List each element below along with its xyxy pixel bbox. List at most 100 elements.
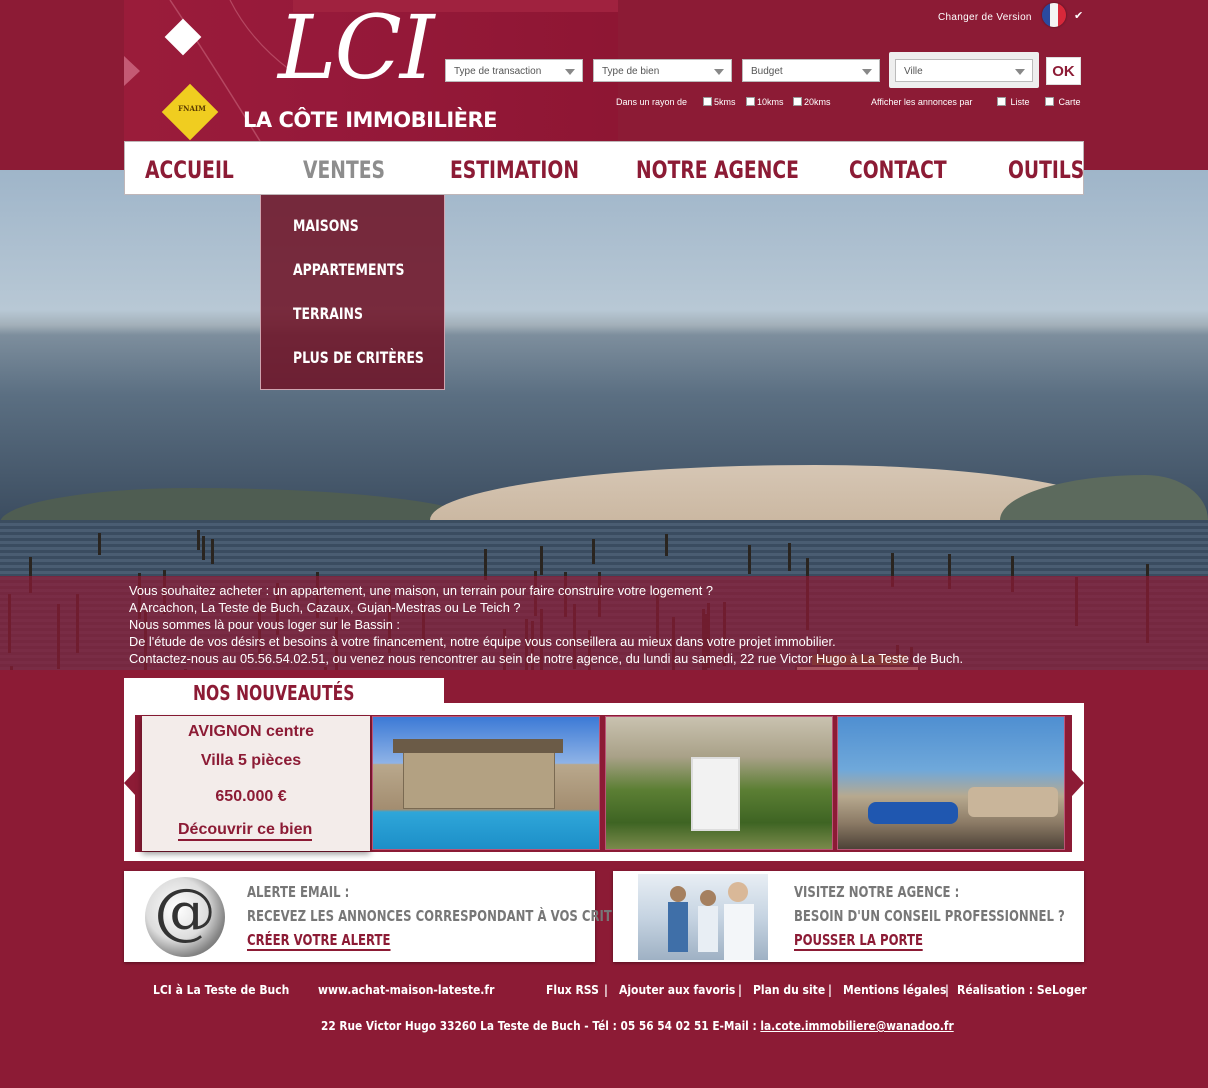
blue-chaise bbox=[868, 802, 958, 824]
footer-favorites-link[interactable]: Ajouter aux favoris bbox=[619, 983, 735, 997]
nav-contact[interactable]: CONTACT bbox=[849, 156, 947, 184]
radius-10-checkbox[interactable] bbox=[746, 97, 755, 106]
footer-website[interactable]: www.achat-maison-lateste.fr bbox=[318, 983, 494, 997]
budget-select[interactable]: Budget bbox=[742, 59, 880, 82]
oyster-pole bbox=[748, 545, 751, 574]
dropdown-arrow-icon bbox=[565, 69, 575, 75]
listing-thumbnail-garden-facade[interactable] bbox=[605, 716, 833, 850]
oyster-pole bbox=[197, 530, 200, 550]
discover-listing-link[interactable]: Découvrir ce bien bbox=[178, 821, 313, 841]
dropdown-terrains[interactable]: TERRAINS bbox=[293, 304, 363, 323]
ventes-dropdown: MAISONS APPARTEMENTS TERRAINS PLUS DE CR… bbox=[260, 195, 445, 390]
transaction-type-value: Type de transaction bbox=[454, 66, 542, 77]
nav-notre-agence[interactable]: NOTRE AGENCE bbox=[636, 156, 799, 184]
nav-outils[interactable]: OUTILS bbox=[1008, 156, 1084, 184]
footer-credit-link[interactable]: Réalisation : SeLoger bbox=[957, 983, 1087, 997]
radius-10-option[interactable]: 10kms bbox=[746, 97, 784, 107]
display-list-label: Liste bbox=[1010, 97, 1030, 107]
radius-label: Dans un rayon de bbox=[616, 97, 688, 107]
alert-line-1: ALERTE EMAIL : bbox=[247, 883, 350, 901]
dropdown-maisons[interactable]: MAISONS bbox=[293, 216, 359, 235]
version-label[interactable]: Changer de Version bbox=[938, 12, 1032, 23]
create-alert-link[interactable]: CRÉER VOTRE ALERTE bbox=[247, 931, 391, 951]
agency-line-1: VISITEZ NOTRE AGENCE : bbox=[794, 883, 960, 901]
fnaim-label: FNAIM bbox=[178, 104, 206, 113]
push-door-link[interactable]: POUSSER LA PORTE bbox=[794, 931, 923, 951]
france-flag-icon[interactable] bbox=[1042, 3, 1066, 27]
chevron-down-icon[interactable]: ✔ bbox=[1074, 9, 1083, 22]
radius-5-checkbox[interactable] bbox=[703, 97, 712, 106]
property-type-select[interactable]: Type de bien bbox=[593, 59, 732, 82]
display-list-option[interactable]: Liste bbox=[997, 97, 1030, 107]
featured-price: 650.000 € bbox=[215, 788, 287, 805]
display-map-option[interactable]: Carte bbox=[1045, 97, 1081, 107]
search-ok-button[interactable]: OK bbox=[1046, 57, 1081, 85]
hero-caption-line: Nous sommes là pour vous loger sur le Ba… bbox=[129, 617, 400, 632]
radius-5-label: 5kms bbox=[714, 97, 736, 107]
display-label: Afficher les annonces par bbox=[871, 97, 973, 107]
footer-separator: | bbox=[604, 983, 608, 997]
hero-caption-line: Vous souhaitez acheter : un appartement,… bbox=[129, 583, 714, 598]
footer-address: 22 Rue Victor Hugo 33260 La Teste de Buc… bbox=[321, 1019, 954, 1033]
radius-5-option[interactable]: 5kms bbox=[703, 97, 736, 107]
footer-legal-link[interactable]: Mentions légales bbox=[843, 983, 946, 997]
nav-ventes[interactable]: VENTES bbox=[303, 156, 385, 184]
carousel-next-icon[interactable] bbox=[1072, 770, 1084, 796]
logo-arrow-icon bbox=[124, 56, 140, 86]
carousel-prev-icon[interactable] bbox=[124, 770, 136, 796]
oyster-pole bbox=[202, 536, 205, 560]
stone-house bbox=[403, 752, 555, 809]
dropdown-appartements[interactable]: APPARTEMENTS bbox=[293, 260, 404, 279]
radius-20-option[interactable]: 20kms bbox=[793, 97, 831, 107]
nav-accueil[interactable]: ACCUEIL bbox=[145, 156, 234, 184]
alert-line-2: RECEVEZ LES ANNONCES CORRESPONDANT À VOS… bbox=[247, 907, 646, 925]
city-value: Ville bbox=[904, 66, 923, 77]
radius-10-label: 10kms bbox=[757, 97, 784, 107]
budget-value: Budget bbox=[751, 66, 783, 77]
hero-caption-line: De l'étude de vos désirs et besoins à vo… bbox=[129, 634, 836, 649]
radius-20-checkbox[interactable] bbox=[793, 97, 802, 106]
dropdown-arrow-icon bbox=[1015, 69, 1025, 75]
team-silhouettes bbox=[668, 882, 754, 960]
dropdown-arrow-icon bbox=[862, 69, 872, 75]
footer-email-link[interactable]: la.cote.immobiliere@wanadoo.fr bbox=[760, 1019, 953, 1033]
footer-agency-name[interactable]: LCI à La Teste de Buch bbox=[153, 983, 289, 997]
oyster-pole bbox=[540, 546, 543, 575]
oyster-pole bbox=[665, 534, 668, 556]
hero-hills bbox=[0, 488, 480, 523]
hero-caption-line: Contactez-nous au 05.56.54.02.51, ou ven… bbox=[129, 651, 964, 666]
nav-estimation[interactable]: ESTIMATION bbox=[450, 156, 579, 184]
oyster-pole bbox=[788, 543, 791, 571]
transaction-type-select[interactable]: Type de transaction bbox=[445, 59, 583, 82]
logo-tagline: LA CÔTE IMMOBILIÈRE bbox=[243, 108, 498, 132]
display-map-label: Carte bbox=[1058, 97, 1081, 107]
display-list-checkbox[interactable] bbox=[997, 97, 1006, 106]
featured-type: Villa 5 pièces bbox=[200, 752, 302, 769]
dropdown-plus-de-criteres[interactable]: PLUS DE CRITÈRES bbox=[293, 348, 424, 367]
logo[interactable]: LCI bbox=[278, 4, 435, 92]
oyster-pole bbox=[98, 533, 101, 555]
footer-separator: | bbox=[945, 983, 949, 997]
sofa bbox=[968, 787, 1058, 817]
display-map-checkbox[interactable] bbox=[1045, 97, 1054, 106]
team-photo bbox=[638, 874, 768, 960]
footer-separator: | bbox=[738, 983, 742, 997]
listing-thumbnail-living-room[interactable] bbox=[837, 716, 1065, 850]
french-door bbox=[691, 757, 740, 831]
footer-rss-link[interactable]: Flux RSS bbox=[546, 983, 599, 997]
oyster-pole bbox=[592, 539, 595, 564]
news-title: NOS NOUVEAUTÉS bbox=[193, 681, 355, 705]
dropdown-arrow-icon bbox=[714, 69, 724, 75]
featured-city: AVIGNON centre bbox=[188, 723, 314, 740]
radius-20-label: 20kms bbox=[804, 97, 831, 107]
footer-sitemap-link[interactable]: Plan du site bbox=[753, 983, 825, 997]
main-nav: ACCUEIL VENTES ESTIMATION NOTRE AGENCE C… bbox=[124, 141, 1084, 195]
hero-caption-line: A Arcachon, La Teste de Buch, Cazaux, Gu… bbox=[129, 600, 521, 615]
footer-separator: | bbox=[828, 983, 832, 997]
footer-address-text: 22 Rue Victor Hugo 33260 La Teste de Buc… bbox=[321, 1019, 761, 1033]
oyster-pole bbox=[211, 539, 214, 564]
hero-caption: Vous souhaitez acheter : un appartement,… bbox=[129, 582, 1129, 667]
listing-thumbnail-house-pool[interactable] bbox=[372, 716, 600, 850]
city-select[interactable]: Ville bbox=[895, 59, 1033, 82]
roof bbox=[393, 739, 563, 753]
